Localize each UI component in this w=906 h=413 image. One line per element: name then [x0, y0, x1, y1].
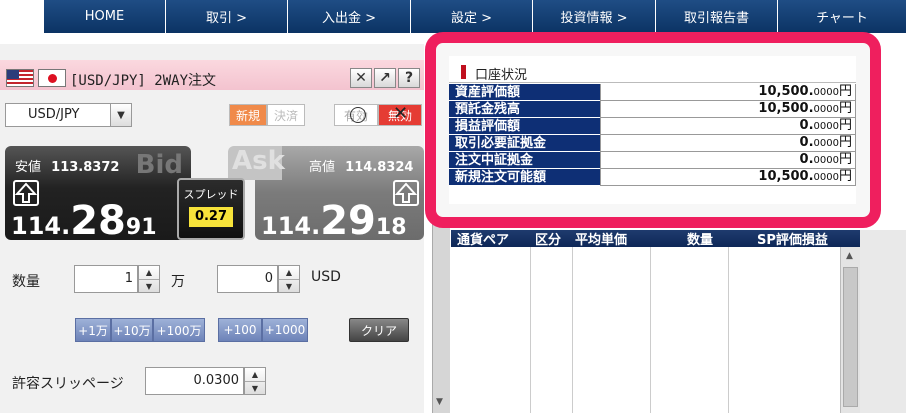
scroll-thumb[interactable]	[843, 267, 858, 407]
add-100-button[interactable]: +100	[218, 318, 262, 342]
account-row-asset: 資産評価額 10,500.0000円	[449, 84, 856, 101]
stepper-up-icon[interactable]: ▲	[279, 266, 299, 279]
nav-investment-info[interactable]: 投資情報 >	[533, 0, 656, 33]
usd-unit: USD	[311, 269, 341, 285]
clear-button[interactable]: クリア	[349, 318, 409, 342]
mode-new-button[interactable]: 新規	[229, 104, 267, 126]
right-filler	[860, 230, 906, 413]
spread-box: スプレッド 0.27	[177, 178, 245, 240]
col-divider	[572, 247, 573, 413]
account-status-title: 口座状況	[475, 68, 528, 83]
account-status-panel: 口座状況 資産評価額 10,500.0000円 預託金残高 10,500.000…	[449, 56, 856, 204]
scroll-down-icon[interactable]: ▼	[436, 397, 443, 407]
slippage-input[interactable]: 0.0300	[145, 367, 244, 395]
slippage-stepper[interactable]: ▲ ▼	[244, 367, 266, 395]
positions-header: 通貨ペア 区分 平均単価 数量 SP評価損益	[451, 230, 860, 248]
us-flag-icon	[6, 69, 34, 87]
top-nav: HOME 取引 > 入出金 > 設定 > 投資情報 > 取引報告書 チャート	[44, 0, 906, 33]
quantity-label: 数量	[12, 274, 40, 290]
mode-close-button[interactable]: 決済	[267, 104, 305, 126]
slippage-label: 許容スリッページ	[12, 376, 124, 392]
stepper-down-icon[interactable]: ▼	[279, 279, 299, 292]
account-row-available: 新規注文可能額 10,500.0000円	[449, 169, 856, 186]
quantity-input[interactable]: 1	[74, 265, 138, 293]
col-avg-price: 平均単価	[575, 233, 628, 248]
high-label: 高値	[309, 160, 336, 175]
cursor-ring-icon	[350, 107, 366, 123]
stepper-down-icon[interactable]: ▼	[139, 279, 159, 292]
low-label: 安値	[15, 160, 42, 175]
nav-trade[interactable]: 取引 >	[166, 0, 288, 33]
scroll-up-icon[interactable]: ▲	[846, 251, 853, 261]
add-100man-button[interactable]: +100万	[153, 318, 205, 342]
high-value: 114.8324	[345, 160, 414, 175]
stepper-up-icon[interactable]: ▲	[139, 266, 159, 279]
col-divider	[650, 247, 651, 413]
account-row-pl: 損益評価額 0.0000円	[449, 118, 856, 135]
quantity-unit: 万	[171, 274, 185, 290]
ask-price: 114. 29 18	[261, 198, 407, 244]
usd-input[interactable]: 0	[217, 265, 278, 293]
col-pair: 通貨ペア	[457, 233, 510, 248]
usd-stepper[interactable]: ▲ ▼	[278, 265, 300, 293]
pair-select-value: USD/JPY	[28, 107, 80, 122]
positions-scrollbar[interactable]: ▲	[840, 247, 860, 413]
bid-low-label: 安値 113.8372	[15, 156, 119, 175]
col-divider	[530, 247, 531, 413]
nav-trade-report[interactable]: 取引報告書	[656, 0, 778, 33]
jp-flag-icon	[38, 69, 66, 87]
col-sp-pl: SP評価損益	[757, 233, 828, 248]
col-type: 区分	[535, 233, 562, 248]
low-value: 113.8372	[51, 160, 120, 175]
nav-settings[interactable]: 設定 >	[411, 0, 533, 33]
ask-high-label: 高値 114.8324	[309, 156, 413, 175]
add-1man-button[interactable]: +1万	[75, 318, 111, 342]
pair-select[interactable]: USD/JPY ▼	[5, 103, 132, 127]
bid-quote-panel[interactable]: Bid 安値 113.8372 114. 28 91	[5, 146, 191, 244]
quantity-stepper[interactable]: ▲ ▼	[138, 265, 160, 293]
bid-watermark: Bid	[135, 150, 183, 180]
title-marker	[461, 65, 466, 79]
spread-label: スプレッド	[183, 188, 239, 201]
help-icon[interactable]: ?	[398, 68, 420, 88]
account-status-title-bar: 口座状況	[449, 59, 856, 83]
account-row-required-margin: 取引必要証拠金 0.0000円	[449, 135, 856, 152]
account-row-order-margin: 注文中証拠金 0.0000円	[449, 152, 856, 169]
nav-chart[interactable]: チャート	[778, 0, 906, 33]
popout-icon[interactable]: ↗	[374, 68, 396, 88]
bid-price: 114. 28 91	[11, 198, 157, 244]
account-row-deposit: 預託金残高 10,500.0000円	[449, 101, 856, 118]
chevron-down-icon: ▼	[110, 104, 131, 126]
nav-deposit[interactable]: 入出金 >	[288, 0, 411, 33]
order-panel-title: [USD/JPY] 2WAY注文	[70, 73, 217, 89]
add-10man-button[interactable]: +10万	[111, 318, 153, 342]
spread-value: 0.27	[189, 207, 233, 227]
positions-body	[451, 247, 840, 413]
stepper-down-icon[interactable]: ▼	[245, 381, 265, 394]
stepper-up-icon[interactable]: ▲	[245, 368, 265, 381]
col-divider	[728, 247, 729, 413]
x-mark-icon: ✕	[393, 103, 409, 124]
nav-home[interactable]: HOME	[44, 0, 166, 33]
ask-watermark: Ask	[228, 146, 285, 180]
col-quantity: 数量	[687, 233, 714, 248]
close-icon[interactable]: ✕	[350, 68, 372, 88]
add-1000-button[interactable]: +1000	[262, 318, 308, 342]
